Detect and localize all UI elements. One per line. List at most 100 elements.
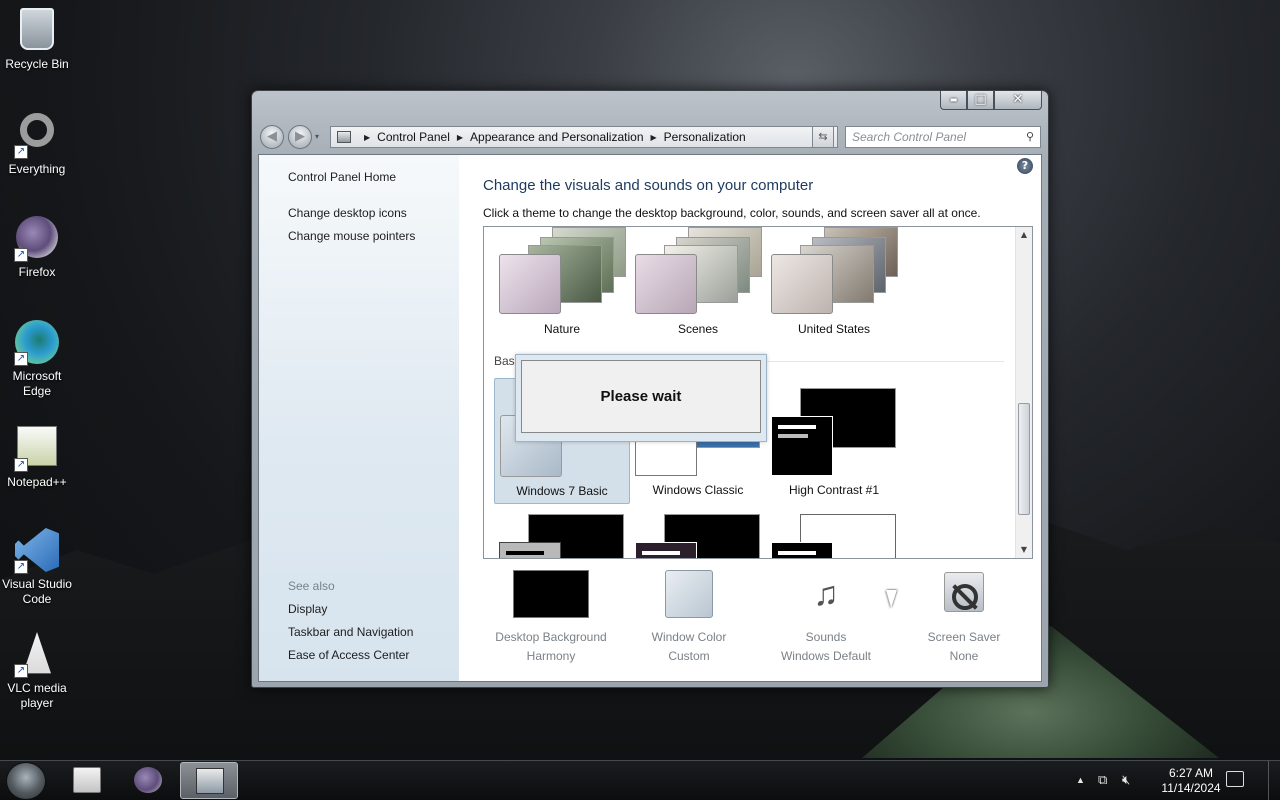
theme-scenes[interactable]: Scenes xyxy=(630,227,766,336)
firefox-icon: ↗ xyxy=(14,216,60,262)
link-taskbar-navigation[interactable]: Taskbar and Navigation xyxy=(288,625,413,639)
desktop-icon-everything[interactable]: ↗ Everything xyxy=(0,113,74,176)
desktop-icon-firefox[interactable]: ↗ Firefox xyxy=(0,216,74,279)
sounds-value: Windows Default xyxy=(780,649,872,663)
theme-high-contrast-white[interactable] xyxy=(766,514,902,558)
desktop-icon-label: VLC media player xyxy=(7,681,67,710)
help-button[interactable]: ? xyxy=(1017,158,1033,174)
navigation-bar: ◀ ▶ ▾ ▶ Control Panel ▶ Appearance and P… xyxy=(260,124,1041,150)
clock-date: 11/14/2024 xyxy=(1161,781,1221,795)
desktop-icon-notepad-plus-plus[interactable]: ↗ Notepad++ xyxy=(0,426,74,489)
refresh-icon: ⇆ xyxy=(818,130,828,143)
window-content: Control Panel Home Change desktop icons … xyxy=(258,154,1042,682)
back-arrow-icon: ◀ xyxy=(267,129,277,144)
network-icon[interactable]: ⧉ xyxy=(1098,772,1107,788)
window-color-value: Custom xyxy=(668,649,710,663)
close-button[interactable]: ✕ xyxy=(994,91,1042,110)
minimize-button[interactable]: ▬ xyxy=(940,91,967,110)
vscode-icon: ↗ xyxy=(14,528,60,574)
forward-button[interactable]: ▶ xyxy=(288,125,312,149)
window-color-label: Window Color xyxy=(651,630,727,644)
action-center-icon[interactable] xyxy=(1226,771,1244,787)
sounds-label: Sounds xyxy=(805,630,847,644)
desktop-icon-vlc[interactable]: ↗ VLC media player xyxy=(0,632,74,711)
desktop-icon-label: Everything xyxy=(8,162,66,176)
taskbar-personalization[interactable] xyxy=(180,762,238,799)
theme-label: Scenes xyxy=(677,322,719,336)
volume-muted-icon[interactable]: 🔇︎ xyxy=(1122,772,1130,788)
search-input[interactable]: Search Control Panel ⚲ xyxy=(845,126,1041,148)
theme-label: High Contrast #1 xyxy=(788,483,880,497)
taskbar-file-explorer[interactable] xyxy=(58,762,116,799)
desktop-icon-recycle-bin[interactable]: Recycle Bin xyxy=(0,8,74,71)
firefox-icon xyxy=(134,767,162,793)
shortcut-arrow-icon: ↗ xyxy=(14,458,28,472)
desktop-background-thumbnail xyxy=(513,570,589,618)
clock[interactable]: 6:27 AM 11/14/2024 xyxy=(1158,766,1224,796)
please-wait-dialog: Please wait xyxy=(515,354,767,442)
theme-nature[interactable]: Nature xyxy=(494,227,630,336)
desktop-icon-label: Firefox xyxy=(18,265,56,279)
back-button[interactable]: ◀ xyxy=(260,125,284,149)
link-ease-of-access[interactable]: Ease of Access Center xyxy=(288,648,409,662)
theme-label: Windows Classic xyxy=(652,483,744,497)
scroll-up-icon[interactable]: ▲ xyxy=(1016,227,1032,243)
theme-united-states-preview xyxy=(766,227,902,315)
show-hidden-icons-chevron[interactable]: ▲ xyxy=(1076,775,1085,785)
theme-high-contrast-black[interactable] xyxy=(630,514,766,558)
desktop-background-item[interactable]: Desktop Background Harmony xyxy=(481,570,621,663)
breadcrumb-separator-icon[interactable]: ▶ xyxy=(364,133,370,142)
link-display[interactable]: Display xyxy=(288,602,327,616)
notepad-plus-plus-icon: ↗ xyxy=(14,426,60,472)
link-change-mouse-pointers[interactable]: Change mouse pointers xyxy=(288,229,415,243)
theme-preview xyxy=(766,514,902,558)
shortcut-arrow-icon: ↗ xyxy=(14,248,28,262)
breadcrumb-control-panel[interactable]: Control Panel xyxy=(377,130,450,144)
clock-time: 6:27 AM xyxy=(1168,766,1214,780)
desktop-icon-vscode[interactable]: ↗ Visual Studio Code xyxy=(0,528,74,607)
desktop-background-label: Desktop Background xyxy=(495,630,607,644)
address-bar[interactable]: ▶ Control Panel ▶ Appearance and Persona… xyxy=(330,126,838,148)
theme-list-scrollbar[interactable]: ▲ ▼ xyxy=(1015,227,1032,558)
sounds-music-icon: ♫ xyxy=(813,575,839,613)
screen-saver-label: Screen Saver xyxy=(927,630,1001,644)
maximize-button[interactable]: □ xyxy=(967,91,994,110)
see-also-heading: See also xyxy=(288,579,335,593)
page-title: Change the visuals and sounds on your co… xyxy=(483,177,814,194)
theme-high-contrast-2[interactable] xyxy=(494,514,630,558)
recent-pages-dropdown[interactable]: ▾ xyxy=(315,132,319,141)
desktop-background-value: Harmony xyxy=(526,649,576,663)
theme-preview xyxy=(494,514,630,558)
desktop-icon-label: Microsoft Edge xyxy=(12,369,62,398)
theme-nature-preview xyxy=(494,227,630,315)
theme-preview xyxy=(630,514,766,558)
scroll-thumb[interactable] xyxy=(1018,403,1030,515)
breadcrumb-separator-icon[interactable]: ▶ xyxy=(651,133,657,142)
search-icon[interactable]: ⚲ xyxy=(1026,130,1034,143)
theme-united-states[interactable]: United States xyxy=(766,227,902,336)
screen-saver-item[interactable]: Screen Saver None xyxy=(894,570,1034,663)
link-control-panel-home[interactable]: Control Panel Home xyxy=(288,170,396,184)
link-change-desktop-icons[interactable]: Change desktop icons xyxy=(288,206,407,220)
breadcrumb-appearance[interactable]: Appearance and Personalization xyxy=(470,130,643,144)
window-color-thumbnail xyxy=(665,570,713,618)
refresh-button[interactable]: ⇆ xyxy=(812,126,834,148)
breadcrumb-personalization[interactable]: Personalization xyxy=(664,130,746,144)
file-explorer-icon xyxy=(73,767,101,793)
start-button[interactable] xyxy=(6,762,46,800)
theme-label: Nature xyxy=(543,322,581,336)
show-desktop-button[interactable] xyxy=(1268,761,1280,800)
theme-high-contrast-1[interactable]: High Contrast #1 xyxy=(766,378,902,497)
taskbar-firefox[interactable] xyxy=(119,762,177,799)
sounds-item[interactable]: ♫ Sounds Windows Default xyxy=(756,570,896,663)
breadcrumb-separator-icon[interactable]: ▶ xyxy=(457,133,463,142)
scroll-down-icon[interactable]: ▼ xyxy=(1016,542,1032,558)
please-wait-message: Please wait xyxy=(521,360,761,433)
window-color-item[interactable]: Window Color Custom xyxy=(619,570,759,663)
desktop-icon-edge[interactable]: ↗ Microsoft Edge xyxy=(0,320,74,399)
taskbar: ▲ ⧉ 🔇︎ 6:27 AM 11/14/2024 xyxy=(0,760,1280,800)
window-controls: ▬ □ ✕ xyxy=(940,91,1042,111)
control-panel-icon xyxy=(337,131,351,143)
search-placeholder: Search Control Panel xyxy=(852,130,967,144)
recycle-bin-icon xyxy=(14,8,60,54)
